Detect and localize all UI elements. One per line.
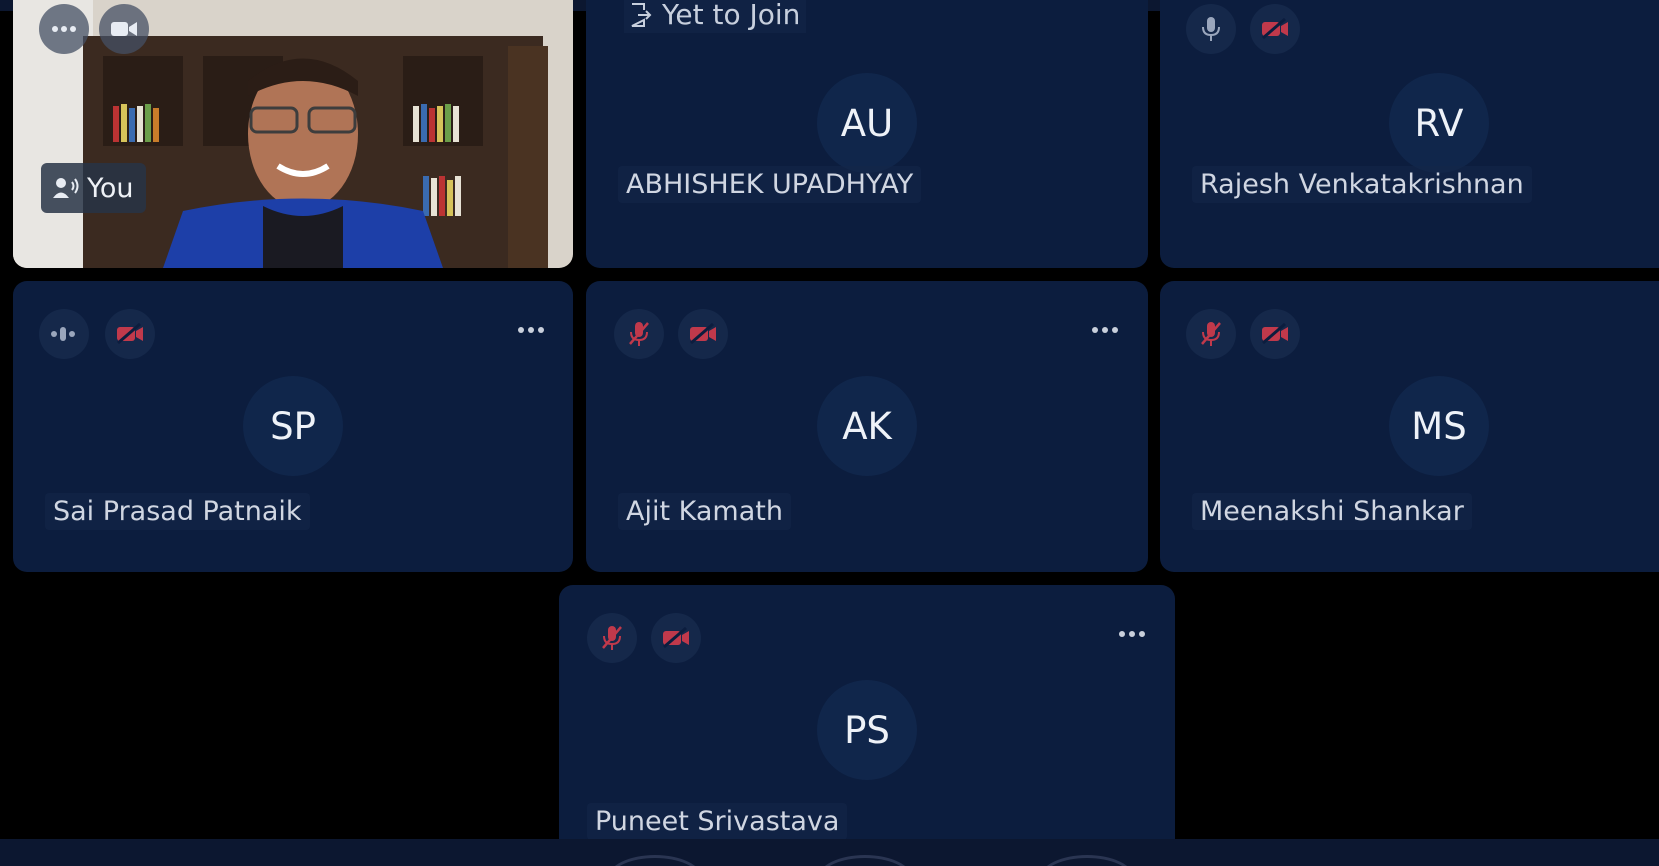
mic-muted-icon — [629, 322, 649, 346]
participant-tile-ps[interactable]: PS Puneet Srivastava — [559, 585, 1175, 855]
avatar: AK — [817, 376, 917, 476]
participant-name: Ajit Kamath — [618, 493, 791, 530]
camera-off-icon — [663, 627, 689, 649]
mic-status-button[interactable] — [1186, 309, 1236, 359]
participant-tile-ak[interactable]: AK Ajit Kamath — [586, 281, 1148, 572]
participant-tile-ms[interactable]: MS Meenakshi Shankar — [1160, 281, 1659, 572]
camera-status-button[interactable] — [651, 613, 701, 663]
yet-to-join-text: Yet to Join — [662, 0, 801, 31]
self-name-label: You — [41, 163, 146, 213]
self-video-feed — [13, 0, 573, 268]
avatar: MS — [1389, 376, 1489, 476]
camera-status-button[interactable] — [1250, 4, 1300, 54]
mic-icon — [1202, 17, 1220, 41]
mic-status-button[interactable] — [614, 309, 664, 359]
camera-status-button[interactable] — [1250, 309, 1300, 359]
speaking-indicator-icon — [51, 327, 75, 341]
speaking-status-button[interactable] — [39, 309, 89, 359]
camera-off-icon — [690, 323, 716, 345]
participant-name: Rajesh Venkatakrishnan — [1192, 166, 1532, 203]
participant-name: ABHISHEK UPADHYAY — [618, 166, 922, 203]
control-button[interactable] — [608, 855, 702, 866]
camera-status-button[interactable] — [105, 309, 155, 359]
avatar: AU — [817, 73, 917, 173]
self-camera-button[interactable] — [99, 4, 149, 54]
avatar: SP — [243, 376, 343, 476]
participant-name: Sai Prasad Patnaik — [45, 493, 310, 530]
participant-tile-sp[interactable]: SP Sai Prasad Patnaik — [13, 281, 573, 572]
avatar: PS — [817, 680, 917, 780]
camera-off-icon — [117, 323, 143, 345]
more-options-icon[interactable] — [1092, 325, 1122, 335]
yet-to-join-status: Yet to Join — [624, 0, 807, 33]
participant-name: Meenakshi Shankar — [1192, 493, 1472, 530]
more-options-icon[interactable] — [1119, 629, 1149, 639]
mic-muted-icon — [602, 626, 622, 650]
self-video-tile[interactable]: You — [13, 0, 573, 268]
self-label-text: You — [87, 172, 134, 204]
camera-off-icon — [1262, 18, 1288, 40]
more-options-icon — [52, 26, 76, 32]
meeting-controls-bar — [0, 839, 1659, 866]
mic-status-button[interactable] — [1186, 4, 1236, 54]
participant-tile-rv[interactable]: RV Rajesh Venkatakrishnan — [1160, 0, 1659, 268]
control-button[interactable] — [1040, 855, 1134, 866]
avatar: RV — [1389, 73, 1489, 173]
camera-status-button[interactable] — [678, 309, 728, 359]
yet-to-join-icon — [631, 2, 652, 27]
camera-icon — [111, 22, 137, 36]
participant-tile-au[interactable]: Yet to Join AU ABHISHEK UPADHYAY — [586, 0, 1148, 268]
self-more-options-button[interactable] — [39, 4, 89, 54]
camera-off-icon — [1262, 323, 1288, 345]
mic-status-button[interactable] — [587, 613, 637, 663]
speaking-indicator-icon — [53, 178, 79, 198]
mic-muted-icon — [1201, 322, 1221, 346]
participant-name: Puneet Srivastava — [587, 803, 848, 840]
more-options-icon[interactable] — [518, 325, 548, 335]
control-button[interactable] — [818, 855, 912, 866]
